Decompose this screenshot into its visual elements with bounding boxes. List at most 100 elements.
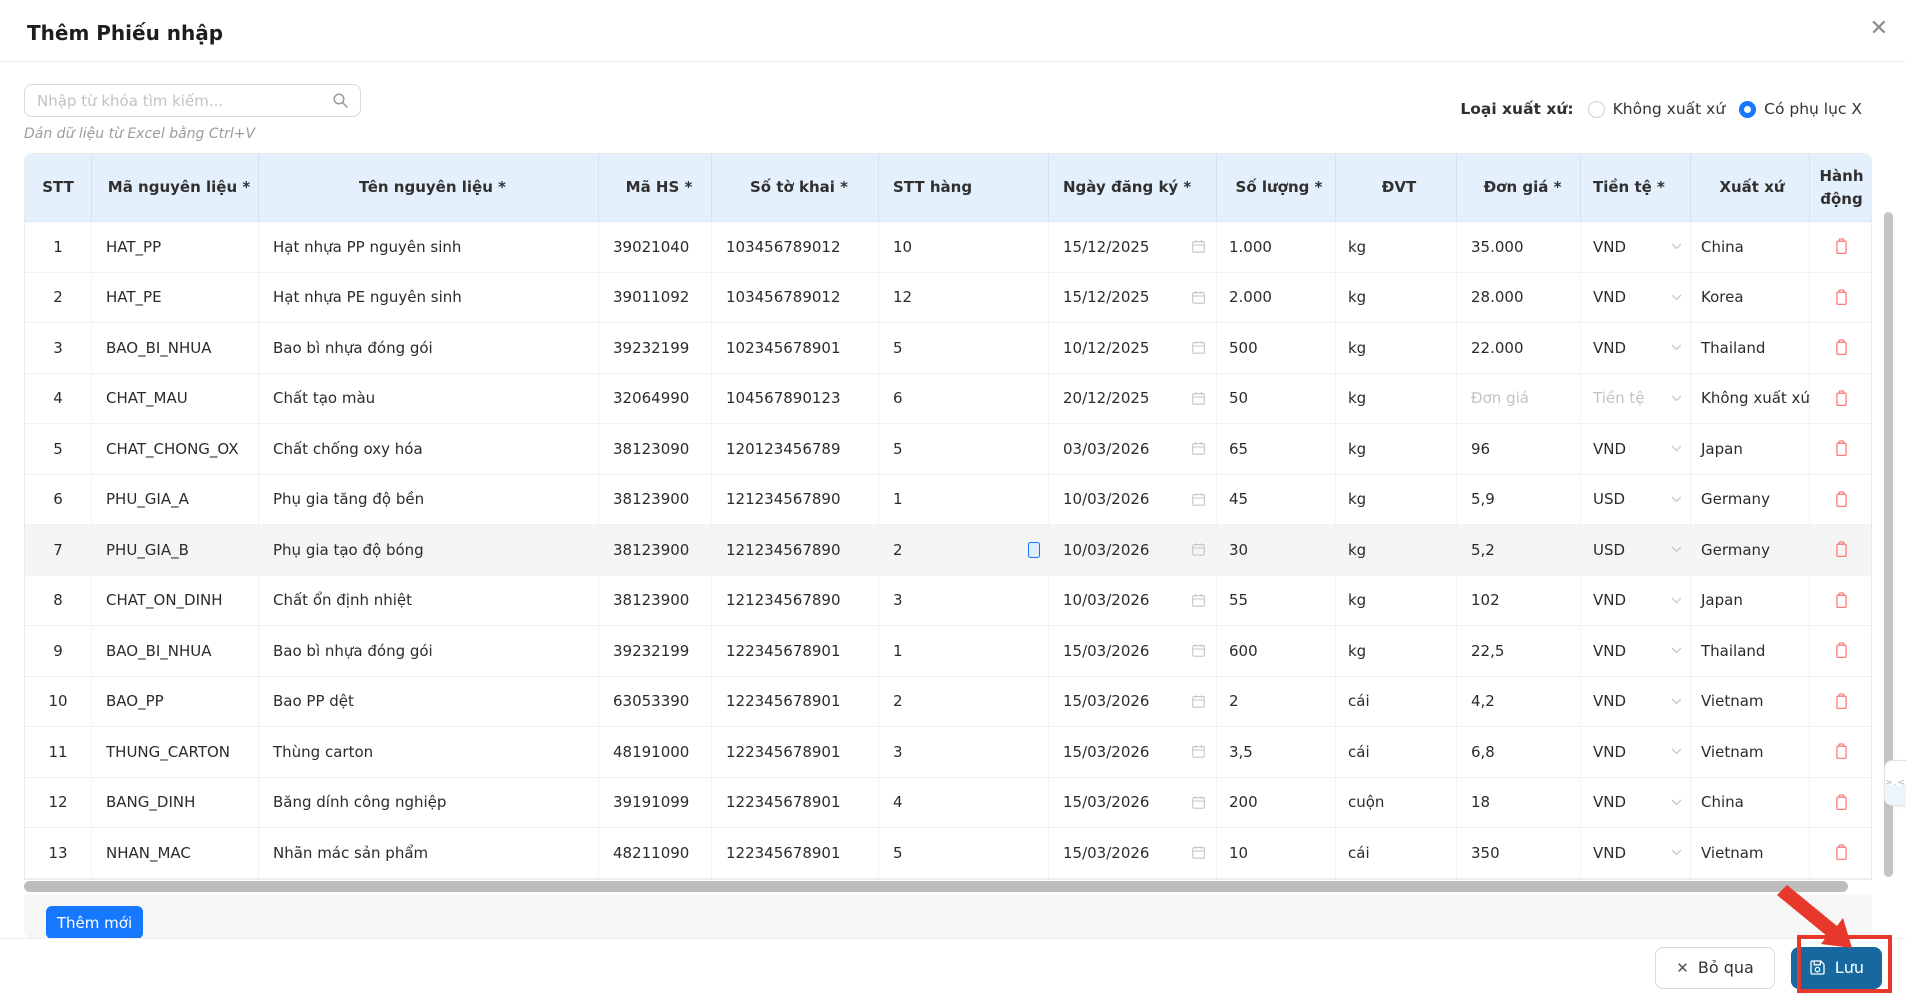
cell-material-name[interactable]: Chất tạo màu xyxy=(259,373,599,423)
cell-origin[interactable]: China xyxy=(1691,777,1810,827)
cell-declaration-no[interactable]: 121234567890 xyxy=(712,525,879,575)
cell-line-no[interactable]: 1 xyxy=(879,474,1049,524)
cell-declaration-no[interactable]: 122345678901 xyxy=(712,676,879,726)
cell-currency[interactable]: USD xyxy=(1581,525,1691,575)
cell-material-code[interactable]: CHAT_CHONG_OX xyxy=(92,424,259,474)
cell-material-code[interactable]: BANG_DINH xyxy=(92,777,259,827)
calendar-icon[interactable] xyxy=(1191,340,1206,355)
cell-material-name[interactable]: Phụ gia tạo độ bóng xyxy=(259,525,599,575)
chevron-down-icon[interactable] xyxy=(1671,698,1682,705)
cell-declaration-no[interactable]: 102345678901 xyxy=(712,323,879,373)
horizontal-scrollbar[interactable] xyxy=(24,881,1848,892)
cell-currency[interactable]: VND xyxy=(1581,323,1691,373)
cell-hs-code[interactable]: 38123900 xyxy=(599,575,712,625)
chevron-down-icon[interactable] xyxy=(1671,294,1682,301)
calendar-icon[interactable] xyxy=(1191,391,1206,406)
cell-material-code[interactable]: BAO_BI_NHUA xyxy=(92,323,259,373)
radio-has-appendix-x[interactable]: Có phụ lục X xyxy=(1739,100,1862,118)
cell-hs-code[interactable]: 39191099 xyxy=(599,777,712,827)
cell-material-code[interactable]: HAT_PE xyxy=(92,272,259,322)
cell-reg-date[interactable]: 10/03/2026 xyxy=(1049,525,1217,575)
cell-unit[interactable]: kg xyxy=(1336,222,1457,272)
radio-icon[interactable] xyxy=(1587,100,1605,118)
cell-unit[interactable]: kg xyxy=(1336,424,1457,474)
cell-hs-code[interactable]: 39021040 xyxy=(599,222,712,272)
cell-origin[interactable]: Japan xyxy=(1691,575,1810,625)
cell-material-code[interactable]: BAO_BI_NHUA xyxy=(92,626,259,676)
cell-material-name[interactable]: Hạt nhựa PE nguyên sinh xyxy=(259,272,599,322)
cell-material-name[interactable]: Băng dính công nghiệp xyxy=(259,777,599,827)
calendar-icon[interactable] xyxy=(1191,795,1206,810)
cell-reg-date[interactable]: 15/03/2026 xyxy=(1049,828,1217,878)
cell-material-name[interactable]: Bao bì nhựa đóng gói xyxy=(259,626,599,676)
cell-line-no[interactable]: 5 xyxy=(879,424,1049,474)
calendar-icon[interactable] xyxy=(1191,845,1206,860)
cancel-button[interactable]: ✕ Bỏ qua xyxy=(1655,946,1775,989)
cell-declaration-no[interactable]: 122345678901 xyxy=(712,727,879,777)
cell-reg-date[interactable]: 15/12/2025 xyxy=(1049,222,1217,272)
chevron-down-icon[interactable] xyxy=(1671,243,1682,250)
cell-hs-code[interactable]: 38123900 xyxy=(599,525,712,575)
cell-declaration-no[interactable]: 104567890123 xyxy=(712,373,879,423)
cell-unit[interactable]: kg xyxy=(1336,323,1457,373)
cell-quantity[interactable]: 200 xyxy=(1217,777,1336,827)
delete-icon[interactable] xyxy=(1834,289,1849,306)
calendar-icon[interactable] xyxy=(1191,441,1206,456)
cell-hs-code[interactable]: 38123900 xyxy=(599,474,712,524)
cell-material-code[interactable]: THUNG_CARTON xyxy=(92,727,259,777)
cell-declaration-no[interactable]: 103456789012 xyxy=(712,222,879,272)
cell-currency[interactable]: VND xyxy=(1581,727,1691,777)
cell-material-name[interactable]: Bao PP dệt xyxy=(259,676,599,726)
chevron-down-icon[interactable] xyxy=(1671,546,1682,553)
radio-no-origin[interactable]: Không xuất xứ xyxy=(1587,100,1725,118)
cell-quantity[interactable]: 2 xyxy=(1217,676,1336,726)
cell-line-no[interactable]: 3 xyxy=(879,575,1049,625)
cell-reg-date[interactable]: 10/03/2026 xyxy=(1049,474,1217,524)
delete-icon[interactable] xyxy=(1834,693,1849,710)
cell-currency[interactable]: VND xyxy=(1581,777,1691,827)
cell-quantity[interactable]: 10 xyxy=(1217,828,1336,878)
delete-icon[interactable] xyxy=(1834,541,1849,558)
cell-quantity[interactable]: 45 xyxy=(1217,474,1336,524)
cell-origin[interactable]: Germany xyxy=(1691,474,1810,524)
cell-hs-code[interactable]: 48211090 xyxy=(599,828,712,878)
delete-icon[interactable] xyxy=(1834,844,1849,861)
cell-declaration-no[interactable]: 122345678901 xyxy=(712,626,879,676)
cell-origin[interactable]: Korea xyxy=(1691,272,1810,322)
cell-currency[interactable]: Tiền tệ xyxy=(1581,373,1691,423)
cell-material-code[interactable]: CHAT_ON_DINH xyxy=(92,575,259,625)
cell-unit-price[interactable]: 102 xyxy=(1457,575,1581,625)
cell-currency[interactable]: VND xyxy=(1581,626,1691,676)
cell-quantity[interactable]: 55 xyxy=(1217,575,1336,625)
delete-icon[interactable] xyxy=(1834,743,1849,760)
cell-unit[interactable]: cái xyxy=(1336,727,1457,777)
cell-unit[interactable]: cái xyxy=(1336,828,1457,878)
chevron-down-icon[interactable] xyxy=(1671,496,1682,503)
cell-declaration-no[interactable]: 122345678901 xyxy=(712,777,879,827)
cell-declaration-no[interactable]: 121234567890 xyxy=(712,474,879,524)
cell-origin[interactable]: Thailand xyxy=(1691,323,1810,373)
cell-line-no[interactable]: 6 xyxy=(879,373,1049,423)
add-row-button[interactable]: Thêm mới xyxy=(46,906,143,939)
save-button[interactable]: Lưu xyxy=(1790,946,1882,989)
cell-line-no[interactable]: 4 xyxy=(879,777,1049,827)
cell-line-no[interactable]: 3 xyxy=(879,727,1049,777)
calendar-icon[interactable] xyxy=(1191,239,1206,254)
cell-currency[interactable]: VND xyxy=(1581,424,1691,474)
cell-hs-code[interactable]: 39232199 xyxy=(599,323,712,373)
cell-hs-code[interactable]: 39232199 xyxy=(599,626,712,676)
calendar-icon[interactable] xyxy=(1191,593,1206,608)
cell-quantity[interactable]: 1.000 xyxy=(1217,222,1336,272)
cell-origin[interactable]: Vietnam xyxy=(1691,727,1810,777)
cell-material-code[interactable]: HAT_PP xyxy=(92,222,259,272)
cell-unit-price[interactable]: Đơn giá xyxy=(1457,373,1581,423)
calendar-icon[interactable] xyxy=(1191,492,1206,507)
cell-unit[interactable]: cái xyxy=(1336,676,1457,726)
cell-unit-price[interactable]: 350 xyxy=(1457,828,1581,878)
cell-reg-date[interactable]: 10/03/2026 xyxy=(1049,575,1217,625)
cell-unit-price[interactable]: 4,2 xyxy=(1457,676,1581,726)
cell-reg-date[interactable]: 15/03/2026 xyxy=(1049,676,1217,726)
cell-line-no[interactable]: 1 xyxy=(879,626,1049,676)
cell-line-no[interactable]: 10 xyxy=(879,222,1049,272)
cell-quantity[interactable]: 2.000 xyxy=(1217,272,1336,322)
